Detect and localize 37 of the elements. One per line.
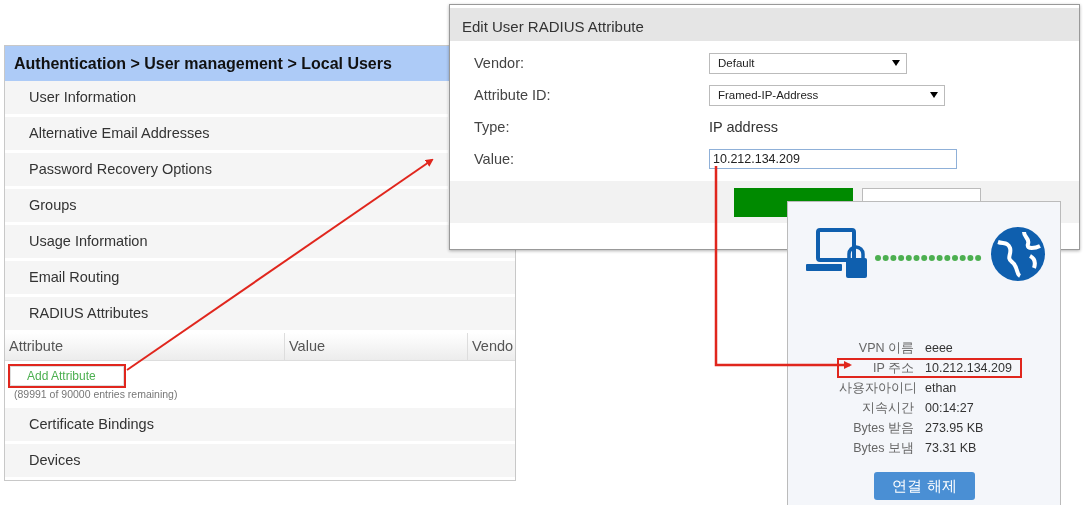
detail-value: 10.212.134.209	[925, 361, 1012, 375]
field-label: Attribute ID:	[474, 87, 552, 103]
section-header[interactable]: Password Recovery Options	[5, 153, 448, 189]
detail-value: 273.95 KB	[925, 421, 984, 435]
value-input-field[interactable]: 10.212.134.209	[709, 149, 957, 169]
column-header: Value	[285, 333, 468, 360]
caret-icon	[930, 92, 938, 98]
detail-value: eeee	[925, 341, 953, 355]
entries-remaining-text: (89991 of 90000 entries remaining)	[13, 387, 179, 402]
section-header[interactable]: User Information	[5, 81, 448, 117]
detail-label: 사용자아이디	[839, 379, 918, 397]
laptop-lock-icon	[806, 228, 868, 280]
section-header[interactable]: Groups	[5, 189, 448, 225]
globe-icon	[990, 226, 1046, 282]
detail-value: 73.31 KB	[925, 441, 977, 455]
dialog-title: Edit User RADIUS Attribute	[450, 8, 1079, 41]
field-label: Type:	[474, 119, 511, 135]
dropdown[interactable]: Default	[709, 52, 907, 74]
section-header[interactable]: Email Routing	[5, 261, 515, 297]
detail-label: 지속시간	[861, 399, 915, 417]
detail-label: IP 주소	[871, 359, 915, 377]
section-header[interactable]: Certificate Bindings	[5, 408, 515, 444]
section-header[interactable]: Devices	[5, 444, 515, 480]
detail-label: Bytes 받음	[852, 419, 915, 437]
caret-icon	[892, 60, 900, 66]
section-header[interactable]: RADIUS Attributes	[5, 297, 515, 333]
section-header[interactable]: Alternative Email Addresses	[5, 117, 448, 153]
detail-value: 00:14:27	[925, 401, 974, 415]
column-header: Attribute	[5, 333, 285, 360]
detail-label: Bytes 보냄	[852, 439, 915, 457]
column-header: Vendo	[471, 337, 515, 356]
dropdown[interactable]: Framed-IP-Address	[709, 84, 945, 106]
detail-value: ethan	[925, 381, 957, 395]
section-header[interactable]: Usage Information	[5, 225, 515, 261]
type-value: IP address	[709, 119, 779, 135]
field-label: Value:	[474, 151, 516, 167]
detail-label: VPN 이름	[857, 339, 915, 357]
